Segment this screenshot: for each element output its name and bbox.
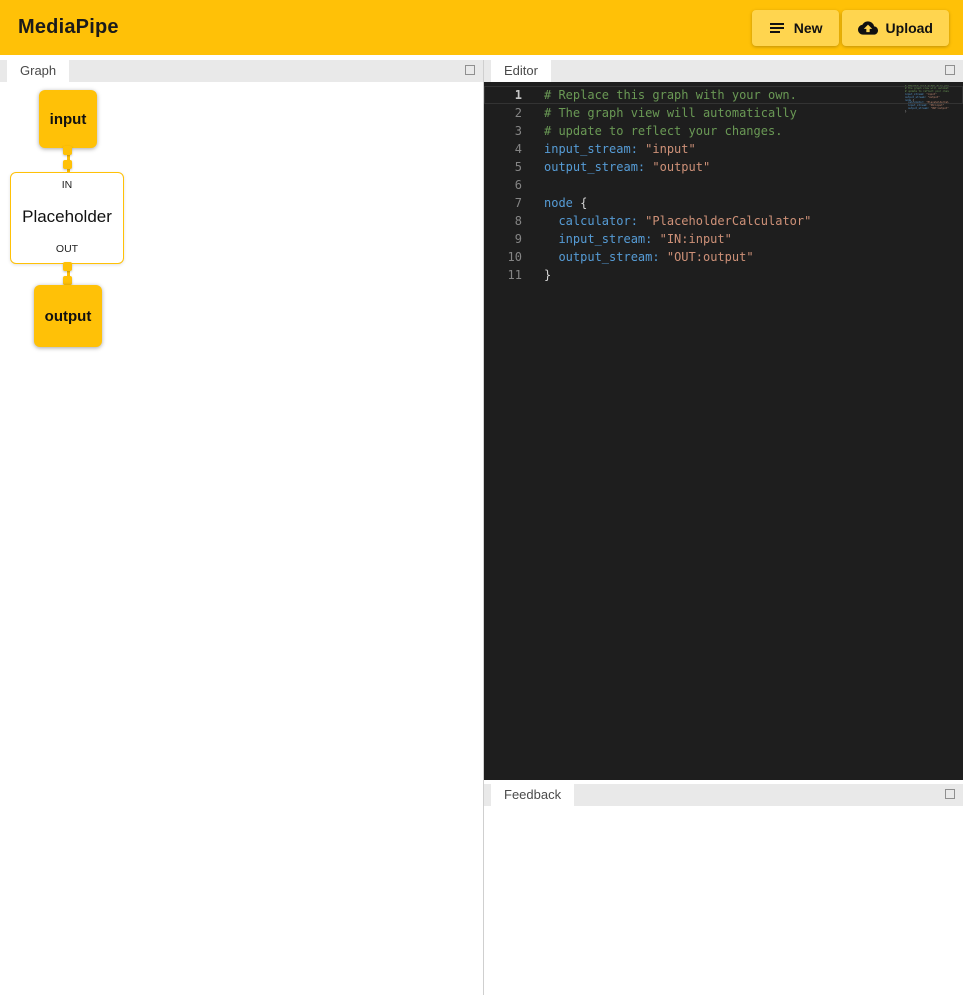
feedback-content <box>484 806 963 995</box>
graph-edge-input-placeholder <box>63 146 73 174</box>
graph-tabstrip: Graph <box>0 60 483 82</box>
main-area: Graph input IN Placeholder OUT <box>0 55 963 995</box>
code-line[interactable]: 8 calculator: "PlaceholderCalculator" <box>484 212 963 230</box>
line-number: 10 <box>484 248 522 266</box>
line-number: 7 <box>484 194 522 212</box>
header-buttons: New Upload <box>752 10 949 46</box>
new-button[interactable]: New <box>752 10 839 46</box>
code-line[interactable]: 11} <box>484 266 963 284</box>
graph-maximize-icon[interactable] <box>465 65 475 75</box>
tab-graph[interactable]: Graph <box>7 60 69 82</box>
code-line[interactable]: 10 output_stream: "OUT:output" <box>484 248 963 266</box>
graph-node-output[interactable]: output <box>34 285 102 347</box>
code-line[interactable]: 2# The graph view will automatically <box>484 104 963 122</box>
line-number: 3 <box>484 122 522 140</box>
line-number: 1 <box>484 86 522 104</box>
code-line[interactable]: 6 <box>484 176 963 194</box>
out-port-label: OUT <box>56 243 78 255</box>
editor-tabstrip: Editor <box>484 60 963 82</box>
tab-feedback[interactable]: Feedback <box>491 784 574 806</box>
code-line[interactable]: 9 input_stream: "IN:input" <box>484 230 963 248</box>
minimap[interactable]: # Replace this graph with your own.# The… <box>905 85 949 114</box>
line-number: 9 <box>484 230 522 248</box>
tab-editor[interactable]: Editor <box>491 60 551 82</box>
cloud-upload-icon <box>858 18 878 38</box>
node-label: Placeholder <box>22 207 112 227</box>
new-button-label: New <box>794 20 823 36</box>
feedback-panel: Feedback <box>484 784 963 995</box>
app-header: MediaPipe New Upload <box>0 0 963 55</box>
line-number: 2 <box>484 104 522 122</box>
code-editor[interactable]: 1# Replace this graph with your own.2# T… <box>484 82 963 780</box>
port-dot[interactable] <box>63 160 72 169</box>
upload-button-label: Upload <box>886 20 933 36</box>
feedback-maximize-icon[interactable] <box>945 789 955 799</box>
feedback-tabstrip: Feedback <box>484 784 963 806</box>
menu-lines-icon <box>768 19 786 37</box>
graph-node-placeholder[interactable]: IN Placeholder OUT <box>10 172 124 264</box>
code-line[interactable]: 7node { <box>484 194 963 212</box>
upload-button[interactable]: Upload <box>842 10 949 46</box>
node-label: output <box>45 308 92 325</box>
line-number: 11 <box>484 266 522 284</box>
port-dot[interactable] <box>63 276 72 285</box>
editor-maximize-icon[interactable] <box>945 65 955 75</box>
line-number: 4 <box>484 140 522 158</box>
port-dot[interactable] <box>63 262 72 271</box>
line-number: 5 <box>484 158 522 176</box>
graph-edge-placeholder-output <box>63 262 73 287</box>
code-line[interactable]: 1# Replace this graph with your own. <box>484 86 963 104</box>
code-line[interactable]: 5output_stream: "output" <box>484 158 963 176</box>
line-number: 8 <box>484 212 522 230</box>
graph-canvas[interactable]: input IN Placeholder OUT output <box>0 82 483 995</box>
line-number: 6 <box>484 176 522 194</box>
code-lines: 1# Replace this graph with your own.2# T… <box>484 86 963 284</box>
editor-panel: Editor 1# Replace this graph with your o… <box>484 60 963 780</box>
graph-panel: Graph input IN Placeholder OUT <box>0 60 484 995</box>
graph-node-input[interactable]: input <box>39 90 97 148</box>
port-dot[interactable] <box>63 146 72 155</box>
code-line[interactable]: 3# update to reflect your changes. <box>484 122 963 140</box>
node-label: input <box>50 111 87 128</box>
in-port-label: IN <box>62 179 73 191</box>
code-line[interactable]: 4input_stream: "input" <box>484 140 963 158</box>
app-title: MediaPipe <box>18 16 119 39</box>
right-column: Editor 1# Replace this graph with your o… <box>484 60 963 995</box>
